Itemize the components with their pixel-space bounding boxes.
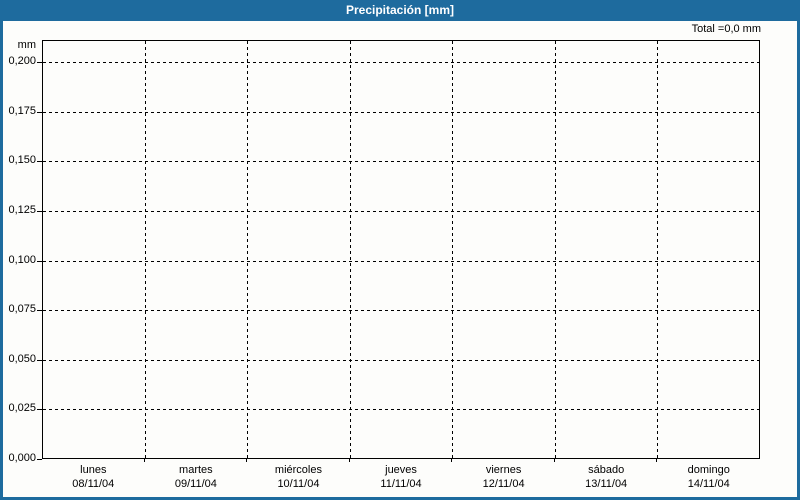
vertical-gridline — [555, 41, 556, 458]
x-category-date-label: 11/11/04 — [380, 478, 422, 490]
chart-title-bar: Precipitación [mm] — [0, 0, 800, 21]
y-tick-mark — [37, 459, 42, 460]
window-border-left — [0, 0, 3, 500]
y-tick-label: 0,150 — [8, 154, 36, 166]
x-category-date-label: 12/11/04 — [482, 478, 525, 490]
vertical-gridline — [657, 41, 658, 458]
plot-area — [42, 40, 760, 459]
y-tick-label: 0,125 — [8, 204, 36, 216]
horizontal-gridline — [43, 62, 759, 63]
x-category-cell: jueves 11/11/04 — [350, 463, 453, 491]
x-category-day-label: lunes — [80, 464, 107, 476]
x-tick-mark — [554, 459, 555, 462]
x-tick-mark — [656, 459, 657, 462]
horizontal-gridline — [43, 360, 759, 361]
x-category-day-label: martes — [179, 464, 213, 476]
y-tick-mark — [37, 360, 42, 361]
x-tick-mark — [246, 459, 247, 462]
y-tick-mark — [37, 62, 42, 63]
horizontal-gridline — [43, 310, 759, 311]
y-tick-mark — [37, 161, 42, 162]
y-tick-label: 0,100 — [8, 254, 36, 266]
x-category-date-label: 08/11/04 — [72, 478, 115, 490]
vertical-gridline — [350, 41, 351, 458]
x-category-day-label: viernes — [485, 464, 522, 476]
x-axis-labels: lunes 08/11/04 martes 09/11/04 miércoles 10/1… — [42, 463, 760, 491]
x-category-date-label: 09/11/04 — [174, 478, 217, 490]
x-category-date-label: 14/11/04 — [687, 478, 730, 490]
x-category-cell: viernes 12/11/04 — [452, 463, 555, 491]
x-category-date-label: 10/11/04 — [277, 478, 320, 490]
vertical-gridline — [452, 41, 453, 458]
y-tick-mark — [37, 211, 42, 212]
chart-window: Precipitación [mm] Total =0,0 mm mm 0,20… — [0, 0, 800, 500]
x-category-cell: martes 09/11/04 — [145, 463, 248, 491]
total-label: Total =0,0 mm — [691, 23, 761, 35]
x-category-cell: miércoles 10/11/04 — [247, 463, 350, 491]
horizontal-gridline — [43, 261, 759, 262]
horizontal-gridline — [43, 211, 759, 212]
horizontal-gridline — [43, 112, 759, 113]
x-category-day-label: domingo — [687, 464, 730, 476]
x-category-cell: domingo 14/11/04 — [657, 463, 760, 491]
x-tick-mark — [451, 459, 452, 462]
y-tick-mark — [37, 112, 42, 113]
x-category-date-label: 13/11/04 — [585, 478, 628, 490]
y-tick-label: 0,025 — [8, 402, 36, 414]
y-tick-label: 0,200 — [8, 55, 36, 67]
y-tick-mark — [37, 310, 42, 311]
x-category-cell: lunes 08/11/04 — [42, 463, 145, 491]
vertical-gridline — [145, 41, 146, 458]
chart-title: Precipitación [mm] — [345, 3, 455, 17]
y-axis-unit-label: mm — [17, 39, 36, 51]
y-tick-label: 0,175 — [8, 105, 36, 117]
x-tick-mark — [144, 459, 145, 462]
x-tick-mark — [349, 459, 350, 462]
x-category-cell: sábado 13/11/04 — [555, 463, 658, 491]
y-tick-mark — [37, 409, 42, 410]
y-tick-label: 0,050 — [8, 353, 36, 365]
horizontal-gridline — [43, 161, 759, 162]
y-tick-mark — [37, 261, 42, 262]
y-tick-label: 0,075 — [8, 303, 36, 315]
horizontal-gridline — [43, 409, 759, 410]
y-tick-label: 0,000 — [8, 452, 36, 464]
x-category-day-label: sábado — [588, 464, 625, 476]
x-category-day-label: jueves — [385, 464, 417, 476]
x-category-day-label: miércoles — [274, 464, 322, 476]
vertical-gridline — [247, 41, 248, 458]
